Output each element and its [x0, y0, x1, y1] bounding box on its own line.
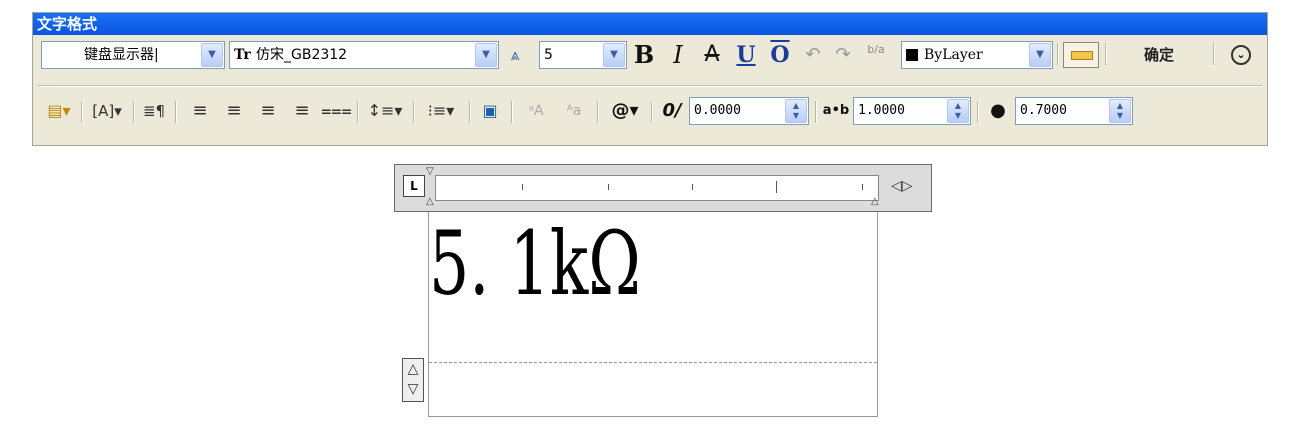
oblique-angle-icon: 0/: [662, 100, 682, 121]
ruler-track[interactable]: [435, 175, 879, 201]
separator: [133, 101, 135, 123]
stack-button[interactable]: b/a: [861, 41, 891, 69]
chevron-down-icon[interactable]: ▼: [475, 43, 497, 67]
truetype-font-icon: Tr: [234, 47, 251, 63]
spinner-icon[interactable]: ▲ ▼: [785, 99, 807, 123]
symbol-button[interactable]: @▾: [605, 97, 645, 125]
paragraph-indent-marker-icon[interactable]: △: [426, 197, 434, 207]
separator: [81, 101, 83, 123]
options-button[interactable]: ⌄: [1231, 45, 1251, 65]
text-height-combo[interactable]: 5 ▼: [539, 41, 627, 69]
redo-button[interactable]: ↷: [829, 41, 857, 69]
undo-button[interactable]: ↶: [799, 41, 827, 69]
separator: [357, 101, 359, 123]
toolbar-row-1: 键盘显示器| ▼ Tr 仿宋_GB2312 ▼ ⩓ 5 ▼ B I A U O …: [33, 37, 1267, 73]
separator: [1057, 43, 1059, 65]
width-factor-icon: ●: [990, 100, 1006, 121]
text-boundary-line: [429, 362, 877, 363]
separator: [977, 101, 979, 123]
ruler-toggle-button[interactable]: [1063, 42, 1099, 68]
text-edit-area[interactable]: 5. 1kΩ: [428, 212, 878, 417]
text-ruler[interactable]: L ▽ △ △ ◁▷: [394, 164, 932, 212]
annotative-icon[interactable]: ⩓: [503, 41, 527, 69]
tracking-input[interactable]: 1.0000 ▲ ▼: [853, 97, 971, 125]
insert-field-button-icon[interactable]: ▣: [475, 97, 505, 125]
justify-icon[interactable]: ≡: [287, 97, 317, 125]
editor-text[interactable]: 5. 1kΩ: [429, 216, 641, 312]
font-combo[interactable]: Tr 仿宋_GB2312 ▼: [229, 41, 499, 69]
line-spacing-icon[interactable]: ↕≡▾: [363, 97, 407, 125]
columns-icon[interactable]: [A]▾: [87, 97, 127, 125]
text-format-toolbar: 文字格式 键盘显示器| ▼ Tr 仿宋_GB2312 ▼ ⩓ 5 ▼ B I A…: [32, 12, 1268, 146]
align-center-icon[interactable]: ≡: [219, 97, 249, 125]
italic-button[interactable]: I: [663, 41, 693, 69]
toolbar-title[interactable]: 文字格式: [33, 13, 1267, 35]
right-margin-marker-icon[interactable]: △: [871, 197, 879, 207]
first-line-indent-marker-icon[interactable]: ▽: [426, 167, 434, 177]
separator: [1213, 43, 1215, 65]
underline-button[interactable]: U: [731, 41, 761, 69]
numbering-icon[interactable]: ⁝≡▾: [419, 97, 463, 125]
down-arrow-icon: ▽: [407, 381, 419, 397]
row-divider: [37, 85, 1263, 87]
spinner-icon[interactable]: ▲ ▼: [1109, 99, 1131, 123]
separator: [469, 101, 471, 123]
separator: [175, 101, 177, 123]
color-swatch-icon: [906, 49, 918, 61]
overline-button[interactable]: O: [765, 41, 795, 69]
chevron-down-icon[interactable]: ▼: [603, 43, 625, 67]
height-resize-handle[interactable]: △ ▽: [402, 358, 424, 402]
toolbar-row-2: ▤▾ [A]▾ ≣¶ ≡ ≡ ≡ ≡ ⩶ ↕≡▾ ⁝≡▾ ▣ ᵃA ᴬa @▾ …: [33, 95, 1267, 131]
strikethrough-button[interactable]: A: [697, 41, 727, 69]
separator: [511, 101, 513, 123]
separator: [1105, 43, 1107, 65]
spinner-icon[interactable]: ▲ ▼: [947, 99, 969, 123]
text-color-combo[interactable]: ByLayer ▼: [901, 41, 1053, 69]
chevron-down-icon[interactable]: ▼: [1029, 43, 1051, 67]
ruler-tick: [608, 184, 609, 190]
paragraph-icon[interactable]: ≣¶: [139, 97, 169, 125]
ruler-tick: [692, 184, 693, 190]
ruler-icon: [1071, 51, 1093, 60]
oblique-angle-input[interactable]: 0.0000 ▲ ▼: [689, 97, 809, 125]
separator: [413, 101, 415, 123]
ok-button[interactable]: 确定: [1111, 41, 1207, 69]
tab-type-selector[interactable]: L: [403, 175, 425, 197]
bold-button[interactable]: B: [629, 41, 659, 69]
align-right-icon[interactable]: ≡: [253, 97, 283, 125]
separator: [597, 101, 599, 123]
uppercase-icon[interactable]: ᵃA: [519, 97, 553, 125]
ruler-tick: [862, 184, 863, 190]
separator: [651, 101, 653, 123]
align-left-icon[interactable]: ≡: [185, 97, 215, 125]
width-factor-input[interactable]: 0.7000 ▲ ▼: [1015, 97, 1133, 125]
up-arrow-icon: △: [407, 361, 419, 377]
text-style-combo[interactable]: 键盘显示器| ▼: [41, 41, 225, 69]
ruler-tick: [522, 184, 523, 190]
width-resize-arrows-icon[interactable]: ◁▷: [891, 179, 913, 193]
ruler-tick: [776, 181, 777, 193]
distribute-icon[interactable]: ⩶: [321, 97, 352, 125]
tracking-icon: a•b: [822, 103, 850, 118]
chevron-down-icon[interactable]: ▼: [201, 43, 223, 67]
lowercase-icon[interactable]: ᴬa: [557, 97, 591, 125]
insert-field-icon[interactable]: ▤▾: [41, 97, 77, 125]
separator: [815, 101, 817, 123]
